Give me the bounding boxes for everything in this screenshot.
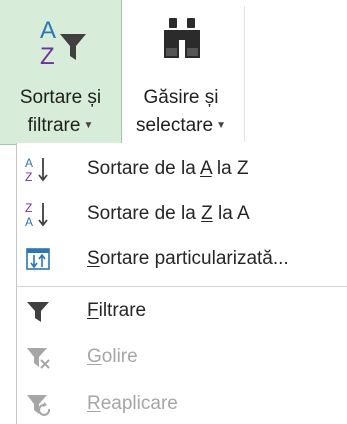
find-select-label-line2: selectare ▼ [122, 112, 240, 140]
sort-filter-label-text: filtrare [27, 115, 81, 137]
sort-filter-button[interactable]: A Z Sortare și filtrare ▼ [0, 0, 122, 145]
svg-text:A: A [40, 17, 56, 44]
label-part: la Z [211, 158, 249, 179]
menu-item-label: Filtrare [87, 300, 146, 322]
label-accelerator: F [87, 300, 99, 321]
sort-filter-menu: A Z Sortare de la A la Z Z A Sortare de … [16, 143, 347, 424]
sort-filter-label-line1: Sortare și [19, 87, 102, 108]
reapply-icon [27, 395, 51, 416]
svg-text:A: A [25, 215, 33, 228]
menu-separator [17, 286, 347, 287]
menu-item-sort-a-z[interactable]: A Z Sortare de la A la Z [17, 147, 347, 191]
ribbon-editing-group: A Z Sortare și filtrare ▼ Găsire și selec… [0, 0, 347, 145]
label-accelerator: G [87, 346, 102, 367]
label-accelerator: S [87, 248, 100, 269]
label-accelerator: R [87, 393, 101, 414]
find-select-button[interactable]: Găsire și selectare ▼ [122, 0, 240, 145]
menu-item-custom-sort[interactable]: Sortare particularizată... [17, 237, 347, 281]
label-part: iltrare [98, 300, 147, 321]
custom-sort-icon [26, 248, 50, 270]
menu-item-sort-z-a[interactable]: Z A Sortare de la Z la A [17, 192, 347, 236]
svg-text:A: A [25, 156, 33, 170]
svg-text:Z: Z [25, 201, 32, 215]
clear-filter-icon [27, 348, 50, 369]
filter-icon [27, 302, 49, 322]
find-select-label-line1: Găsire și [143, 87, 219, 108]
menu-item-label: Sortare de la A la Z [87, 158, 249, 180]
label-accelerator: A [200, 158, 212, 179]
menu-item-label: Sortare particularizată... [87, 248, 289, 270]
label-part: la A [212, 203, 250, 224]
menu-item-clear[interactable]: Golire [17, 335, 347, 379]
menu-item-reapply[interactable]: Reaplicare [17, 382, 347, 424]
menu-item-filter[interactable]: Filtrare [17, 289, 347, 333]
svg-text:Z: Z [40, 43, 55, 70]
sort-az-icon: A Z [25, 156, 48, 183]
sort-filter-label-line2: filtrare ▼ [0, 112, 121, 140]
label-part: Sortare de la [87, 203, 202, 224]
label-part: eaplicare [100, 393, 178, 414]
excel-sort-filter-dropdown: A Z Sortare și filtrare ▼ Găsire și selec… [0, 0, 347, 424]
label-part: Sortare de la [87, 158, 201, 179]
chevron-down-icon: ▼ [83, 120, 94, 131]
menu-item-label: Sortare de la Z la A [87, 203, 250, 225]
menu-item-label: Golire [87, 346, 138, 368]
ribbon-divider [244, 6, 245, 142]
sort-filter-icon: A Z [40, 17, 86, 70]
chevron-down-icon: ▼ [216, 120, 226, 131]
svg-text:Z: Z [25, 170, 32, 183]
menu-item-label: Reaplicare [87, 393, 178, 415]
binoculars-icon [164, 18, 200, 58]
find-select-label-text: selectare [135, 115, 214, 137]
sort-za-icon: Z A [25, 201, 48, 228]
label-accelerator: Z [201, 203, 213, 224]
label-part: ortare particularizată... [99, 248, 289, 269]
label-part: olire [101, 346, 138, 367]
